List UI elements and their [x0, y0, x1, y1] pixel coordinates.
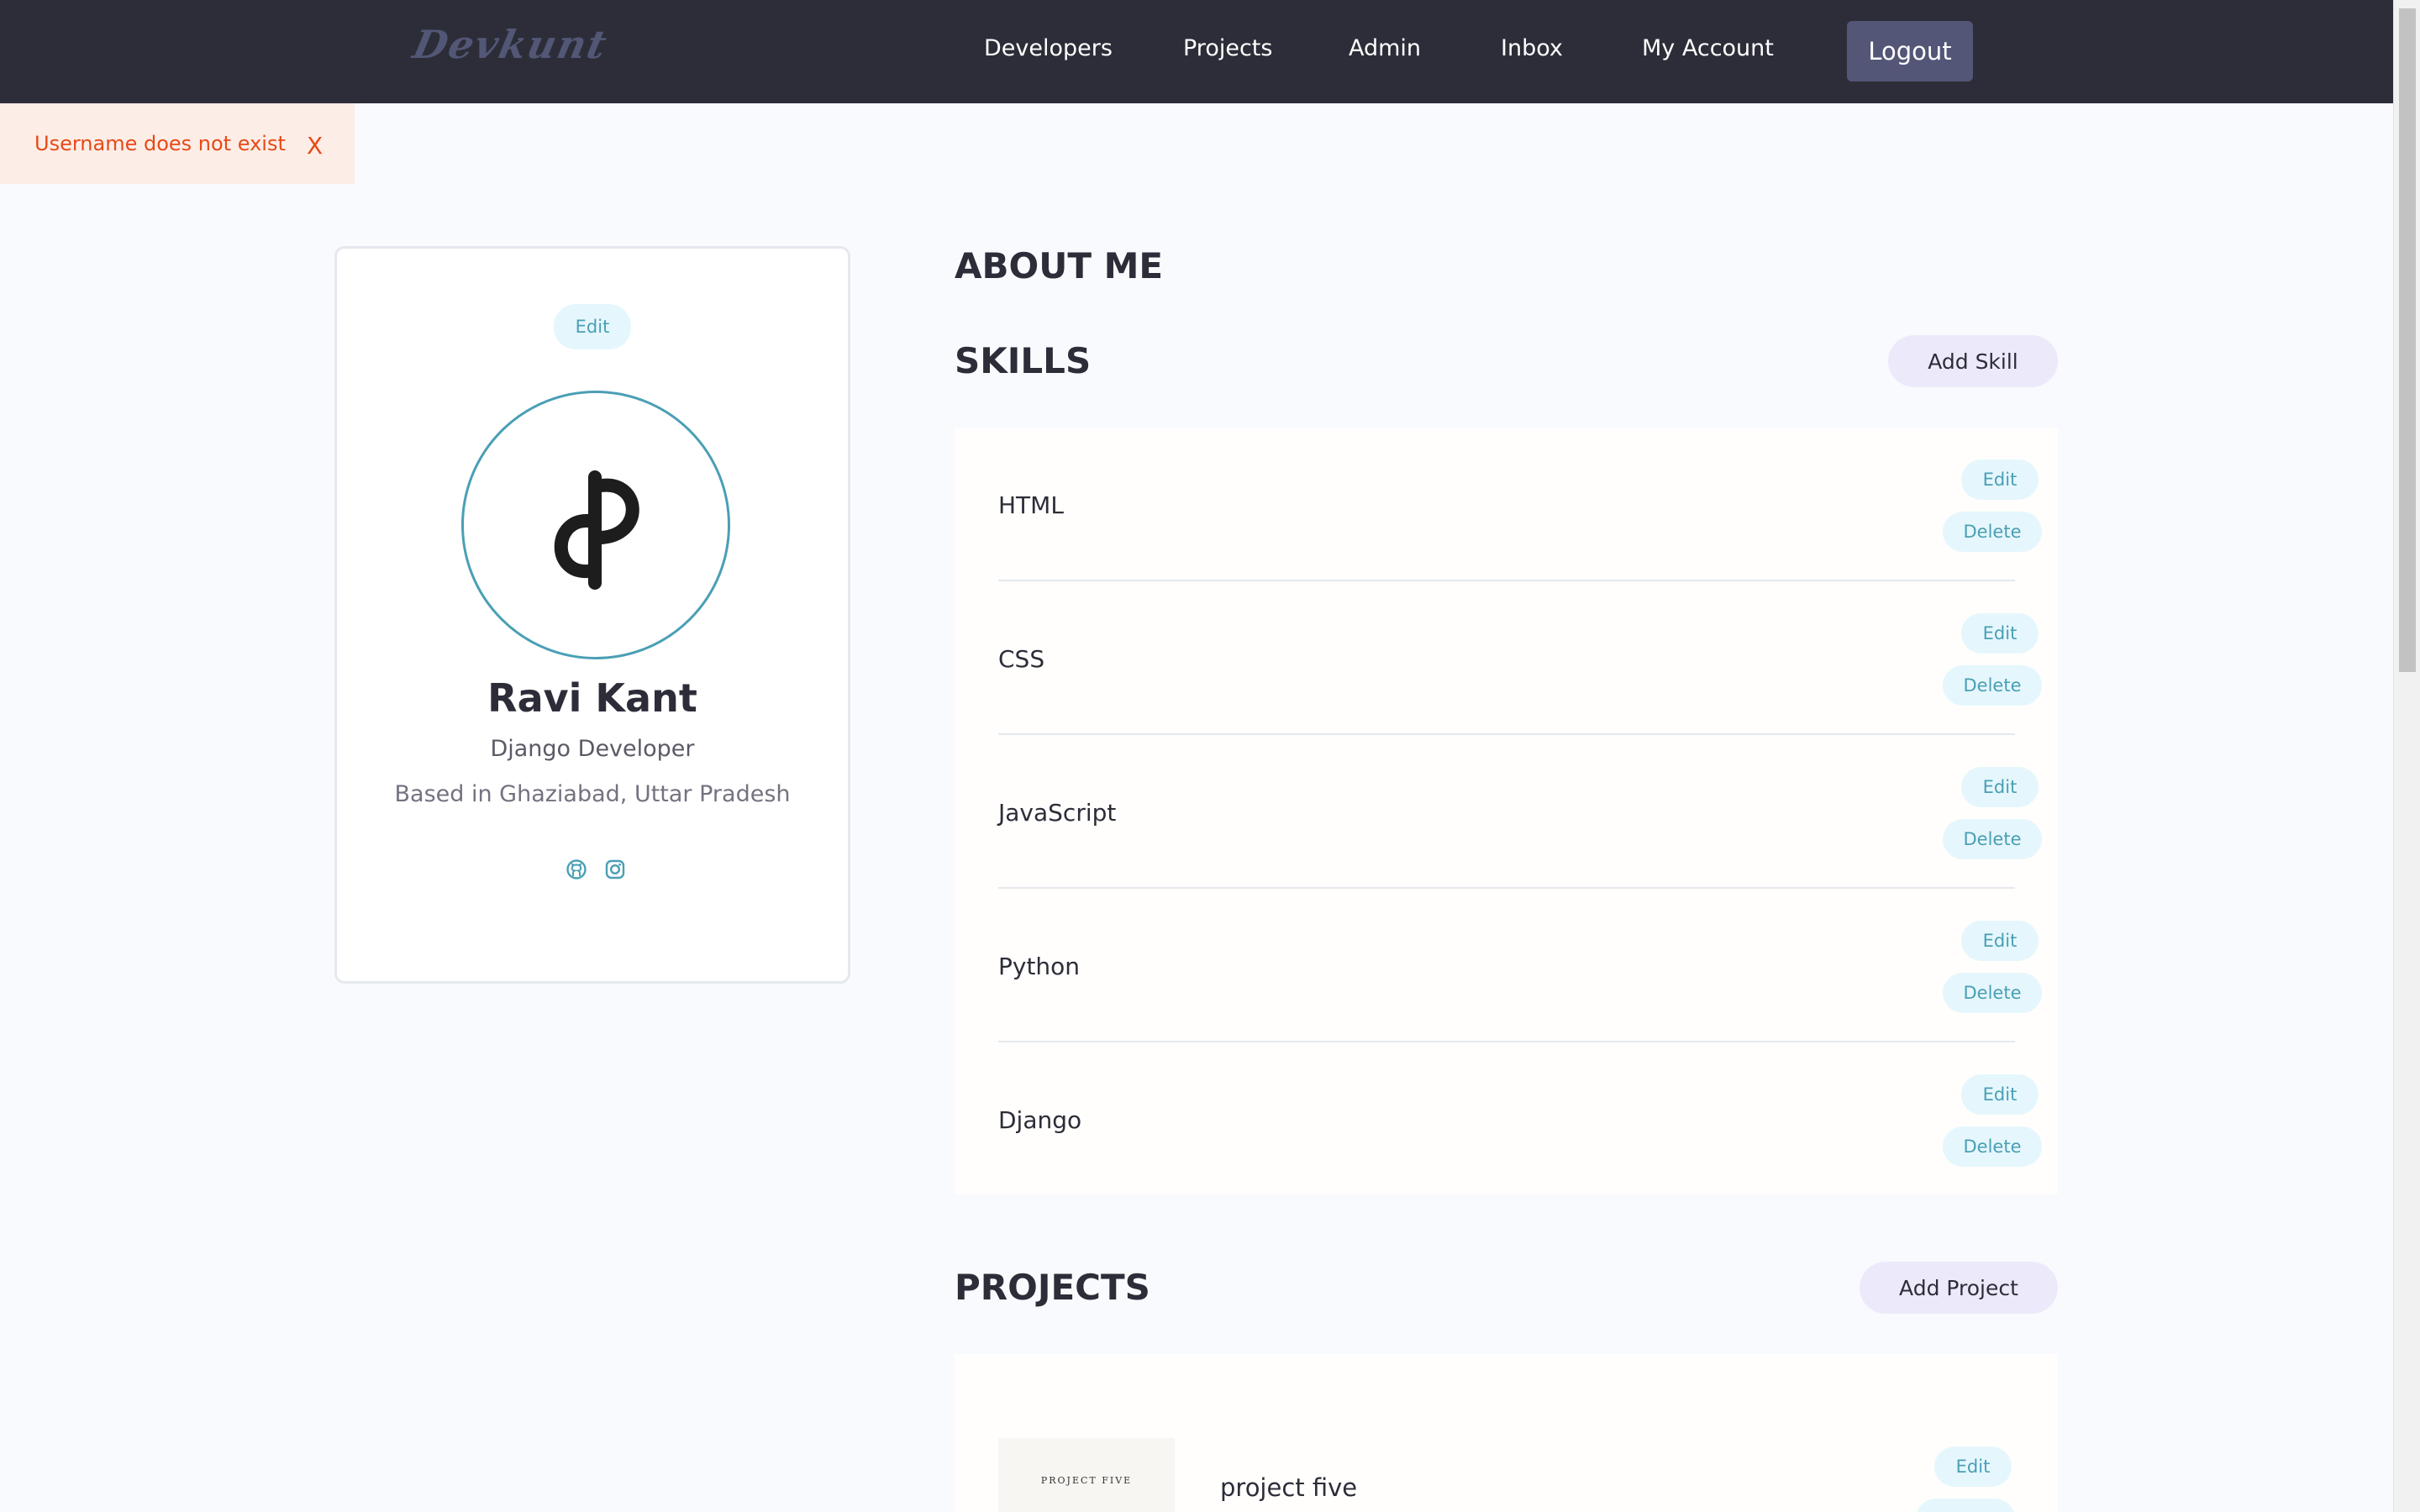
skill-row: Python Edit Delete	[998, 890, 2042, 1042]
delete-skill-button[interactable]: Delete	[1943, 973, 2042, 1013]
skill-row: JavaScript Edit Delete	[998, 736, 2042, 889]
skills-list: HTML Edit Delete CSS Edit Delete JavaScr…	[955, 428, 2058, 1194]
add-skill-button[interactable]: Add Skill	[1888, 335, 2058, 387]
profile-location: Based in Ghaziabad, Uttar Pradesh	[394, 781, 791, 807]
profile-title: Django Developer	[490, 736, 695, 762]
nav-link-inbox[interactable]: Inbox	[1501, 35, 1563, 61]
top-navbar: Devkunt Developers Projects Admin Inbox …	[0, 0, 2393, 103]
edit-skill-button[interactable]: Edit	[1961, 921, 2039, 961]
alert-close-button[interactable]: X	[307, 132, 323, 160]
delete-skill-button[interactable]: Delete	[1943, 819, 2042, 859]
nav-link-admin[interactable]: Admin	[1349, 35, 1421, 61]
skill-row: HTML Edit Delete	[998, 428, 2042, 581]
skill-row: CSS Edit Delete	[998, 582, 2042, 735]
avatar	[461, 391, 730, 659]
github-icon[interactable]	[566, 858, 587, 880]
logout-button[interactable]: Logout	[1847, 21, 1973, 81]
skill-name: Django	[998, 1106, 1082, 1134]
profile-logo-icon	[554, 470, 639, 590]
skill-name: Python	[998, 953, 1081, 980]
delete-skill-button[interactable]: Delete	[1943, 665, 2042, 706]
skill-name: HTML	[998, 491, 1064, 519]
projects-heading: PROJECTS	[955, 1267, 1150, 1308]
instagram-icon[interactable]	[604, 858, 626, 880]
nav-link-projects[interactable]: Projects	[1183, 35, 1272, 61]
delete-skill-button[interactable]: Delete	[1943, 512, 2042, 552]
edit-project-button[interactable]: Edit	[1934, 1446, 2012, 1487]
profile-name: Ravi Kant	[487, 675, 697, 721]
projects-list: PROJECT FIVE project five Edit	[955, 1354, 2058, 1512]
error-alert: Username does not exist X	[0, 103, 355, 184]
profile-card: Edit Ravi Kant Django Developer Based in…	[334, 246, 850, 984]
add-project-button[interactable]: Add Project	[1860, 1262, 2058, 1314]
delete-project-button[interactable]	[1916, 1499, 2015, 1512]
edit-skill-button[interactable]: Edit	[1961, 459, 2039, 500]
edit-profile-button[interactable]: Edit	[554, 304, 631, 349]
edit-skill-button[interactable]: Edit	[1961, 1074, 2039, 1115]
site-logo[interactable]: Devkunt	[408, 22, 612, 72]
nav-link-my-account[interactable]: My Account	[1642, 35, 1774, 61]
page-scrollbar[interactable]	[2393, 0, 2420, 1512]
project-name[interactable]: project five	[1220, 1473, 1357, 1502]
about-heading: ABOUT ME	[955, 245, 1164, 286]
edit-skill-button[interactable]: Edit	[1961, 613, 2039, 654]
alert-message: Username does not exist	[34, 132, 286, 155]
edit-skill-button[interactable]: Edit	[1961, 767, 2039, 807]
skill-name: JavaScript	[998, 799, 1117, 827]
skills-heading: SKILLS	[955, 340, 1092, 381]
skill-row: Django Edit Delete	[998, 1043, 2042, 1196]
delete-skill-button[interactable]: Delete	[1943, 1126, 2042, 1167]
skill-name: CSS	[998, 645, 1045, 673]
scrollbar-thumb[interactable]	[2399, 8, 2416, 672]
nav-link-developers[interactable]: Developers	[984, 35, 1113, 61]
project-thumbnail[interactable]: PROJECT FIVE	[998, 1438, 1175, 1512]
